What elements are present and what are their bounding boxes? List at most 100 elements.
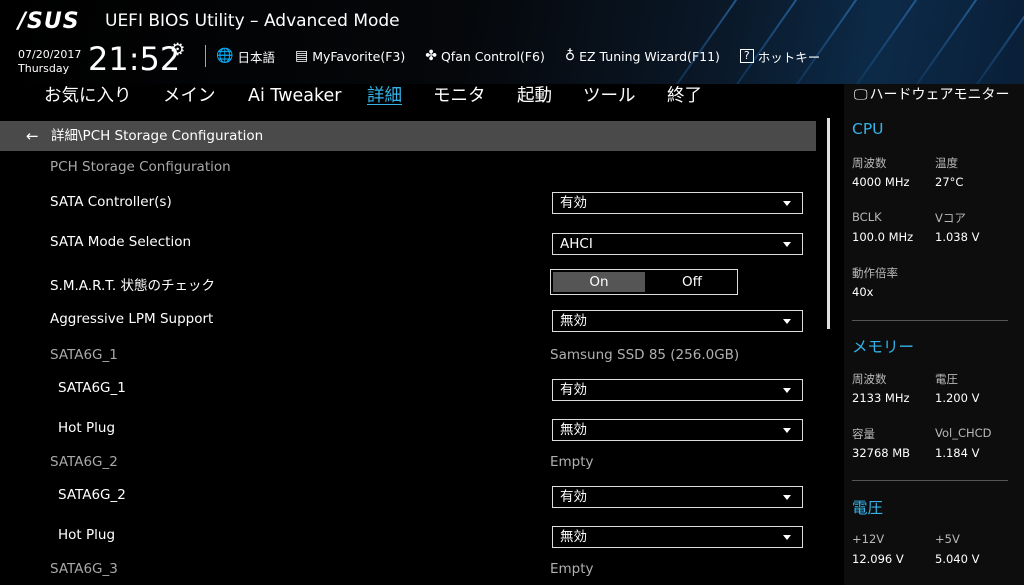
cpu-freq-label: 周波数 xyxy=(852,156,887,170)
mem-freq-value: 2133 MHz xyxy=(852,391,910,405)
vol-chcd-label: Vol_CHCD xyxy=(935,426,992,440)
section-title: PCH Storage Configuration xyxy=(50,159,231,175)
ez-tuning-wizard-label: EZ Tuning Wizard(F11) xyxy=(579,48,720,64)
chevron-down-icon xyxy=(783,428,791,433)
chevron-down-icon xyxy=(783,242,791,247)
hotkeys-button[interactable]: ? ホットキー xyxy=(739,47,821,66)
back-arrow-icon[interactable]: ← xyxy=(26,121,39,151)
menu-favorites[interactable]: お気に入り xyxy=(44,84,132,108)
header-decoration xyxy=(900,0,982,84)
v12-label: +12V xyxy=(852,532,885,546)
setting-label: SATA6G_1 xyxy=(58,380,126,396)
qfan-control-label: Qfan Control(F6) xyxy=(440,48,545,64)
v12-value: 12.096 V xyxy=(852,552,904,566)
port-enable-select[interactable]: 有効 xyxy=(552,486,803,508)
chevron-down-icon xyxy=(783,201,791,206)
menu-advanced[interactable]: 詳細 xyxy=(367,84,402,108)
hardware-monitor-title: 🖵 ハードウェアモニター xyxy=(854,86,1014,104)
chevron-down-icon xyxy=(783,388,791,393)
globe-icon: 🌐 xyxy=(216,48,234,64)
hardware-monitor-panel: 🖵 ハードウェアモニター CPU 周波数 温度 4000 MHz 27°C BCL… xyxy=(844,84,1024,585)
vcore-value: 1.038 V xyxy=(935,230,980,244)
date-display: 07/20/2017 Thursday xyxy=(18,48,81,76)
cpu-temp-value: 27°C xyxy=(935,175,964,189)
hot-plug-select[interactable]: 無効 xyxy=(552,419,803,441)
fan-icon: ✤ xyxy=(425,48,437,64)
menu-exit[interactable]: 終了 xyxy=(667,84,702,108)
smart-toggle[interactable]: On Off xyxy=(550,269,738,295)
header-bar: /SUS UEFI BIOS Utility – Advanced Mode 0… xyxy=(0,0,1024,84)
header-decoration xyxy=(660,0,742,84)
chevron-down-icon xyxy=(783,319,791,324)
cpu-section-title: CPU xyxy=(852,120,884,138)
port-name: SATA6G_3 xyxy=(50,561,118,577)
section-divider xyxy=(852,480,1008,481)
bclk-value: 100.0 MHz xyxy=(852,230,914,244)
cpu-freq-value: 4000 MHz xyxy=(852,175,910,189)
breadcrumb-path: 詳細\PCH Storage Configuration xyxy=(51,128,264,144)
main-menu: お気に入り メイン Ai Tweaker 詳細 モニタ 起動 ツール 終了 xyxy=(0,84,836,114)
monitor-title-text: ハードウェアモニター xyxy=(869,87,1010,103)
sata-mode-select[interactable]: AHCI xyxy=(552,233,803,255)
app-title: UEFI BIOS Utility – Advanced Mode xyxy=(105,11,400,31)
language-button[interactable]: 🌐 日本語 xyxy=(216,47,275,66)
monitor-icon: 🖵 xyxy=(854,87,868,103)
menu-main[interactable]: メイン xyxy=(163,84,216,108)
day-text: Thursday xyxy=(18,62,70,75)
port-device: Samsung SSD 85 (256.0GB) xyxy=(550,347,740,363)
qfan-control-button[interactable]: ✤ Qfan Control(F6) xyxy=(425,48,545,64)
date-text: 07/20/2017 xyxy=(18,48,82,61)
select-value: 無効 xyxy=(560,529,587,545)
mem-cap-label: 容量 xyxy=(852,427,875,441)
help-box-icon: ? xyxy=(739,49,754,63)
setting-label: SATA Mode Selection xyxy=(50,234,192,250)
ratio-label: 動作倍率 xyxy=(852,266,898,280)
toolbar: 🌐 日本語 ▤ MyFavorite(F3) ✤ Qfan Control(F6… xyxy=(205,45,840,67)
ez-tuning-wizard-button[interactable]: ♁ EZ Tuning Wizard(F11) xyxy=(565,48,720,64)
setting-label: S.M.A.R.T. 状態のチェック xyxy=(50,278,216,294)
menu-monitor[interactable]: モニタ xyxy=(433,84,486,108)
mem-volt-label: 電圧 xyxy=(935,372,958,386)
myfavorite-button[interactable]: ▤ MyFavorite(F3) xyxy=(295,48,405,64)
toggle-on-option[interactable]: On xyxy=(553,272,645,292)
menu-ai-tweaker[interactable]: Ai Tweaker xyxy=(248,84,341,108)
scrollbar[interactable] xyxy=(827,118,830,329)
aggressive-lpm-select[interactable]: 無効 xyxy=(552,310,803,332)
hot-plug-select[interactable]: 無効 xyxy=(552,526,803,548)
chevron-down-icon xyxy=(783,535,791,540)
settings-panel: PCH Storage Configuration SATA Controlle… xyxy=(0,151,822,585)
port-device: Empty xyxy=(550,561,594,577)
bclk-label: BCLK xyxy=(852,210,882,224)
v5-label: +5V xyxy=(935,532,960,546)
favorite-list-icon: ▤ xyxy=(294,48,309,64)
setting-label: Hot Plug xyxy=(58,420,116,436)
memory-section-title: メモリー xyxy=(852,338,915,356)
asus-logo: /SUS xyxy=(18,9,80,34)
myfavorite-label: MyFavorite(F3) xyxy=(312,48,406,64)
select-value: 有効 xyxy=(560,195,587,211)
select-value: 無効 xyxy=(560,422,587,438)
setting-label: SATA Controller(s) xyxy=(50,194,172,210)
port-name: SATA6G_1 xyxy=(50,347,118,363)
v5-value: 5.040 V xyxy=(935,552,980,566)
setting-label: Hot Plug xyxy=(58,527,116,543)
mem-cap-value: 32768 MB xyxy=(852,446,911,460)
toolbar-separator xyxy=(205,45,206,67)
hotkeys-label: ホットキー xyxy=(757,49,821,65)
vcore-label: Vコア xyxy=(935,211,966,225)
gear-icon[interactable]: ⚙ xyxy=(170,40,185,60)
sata-controller-select[interactable]: 有効 xyxy=(552,192,803,214)
breadcrumb: ← 詳細\PCH Storage Configuration xyxy=(0,121,816,151)
header-decoration xyxy=(780,0,862,84)
menu-boot[interactable]: 起動 xyxy=(517,84,552,108)
language-label: 日本語 xyxy=(237,49,275,65)
select-value: 有効 xyxy=(560,489,587,505)
menu-tool[interactable]: ツール xyxy=(583,84,636,108)
lightbulb-icon: ♁ xyxy=(564,48,576,64)
header-decoration xyxy=(720,0,802,84)
header-decoration xyxy=(840,0,922,84)
toggle-off-option[interactable]: Off xyxy=(647,270,737,294)
setting-label: SATA6G_2 xyxy=(58,487,126,503)
port-name: SATA6G_2 xyxy=(50,454,118,470)
port-enable-select[interactable]: 有効 xyxy=(552,379,803,401)
